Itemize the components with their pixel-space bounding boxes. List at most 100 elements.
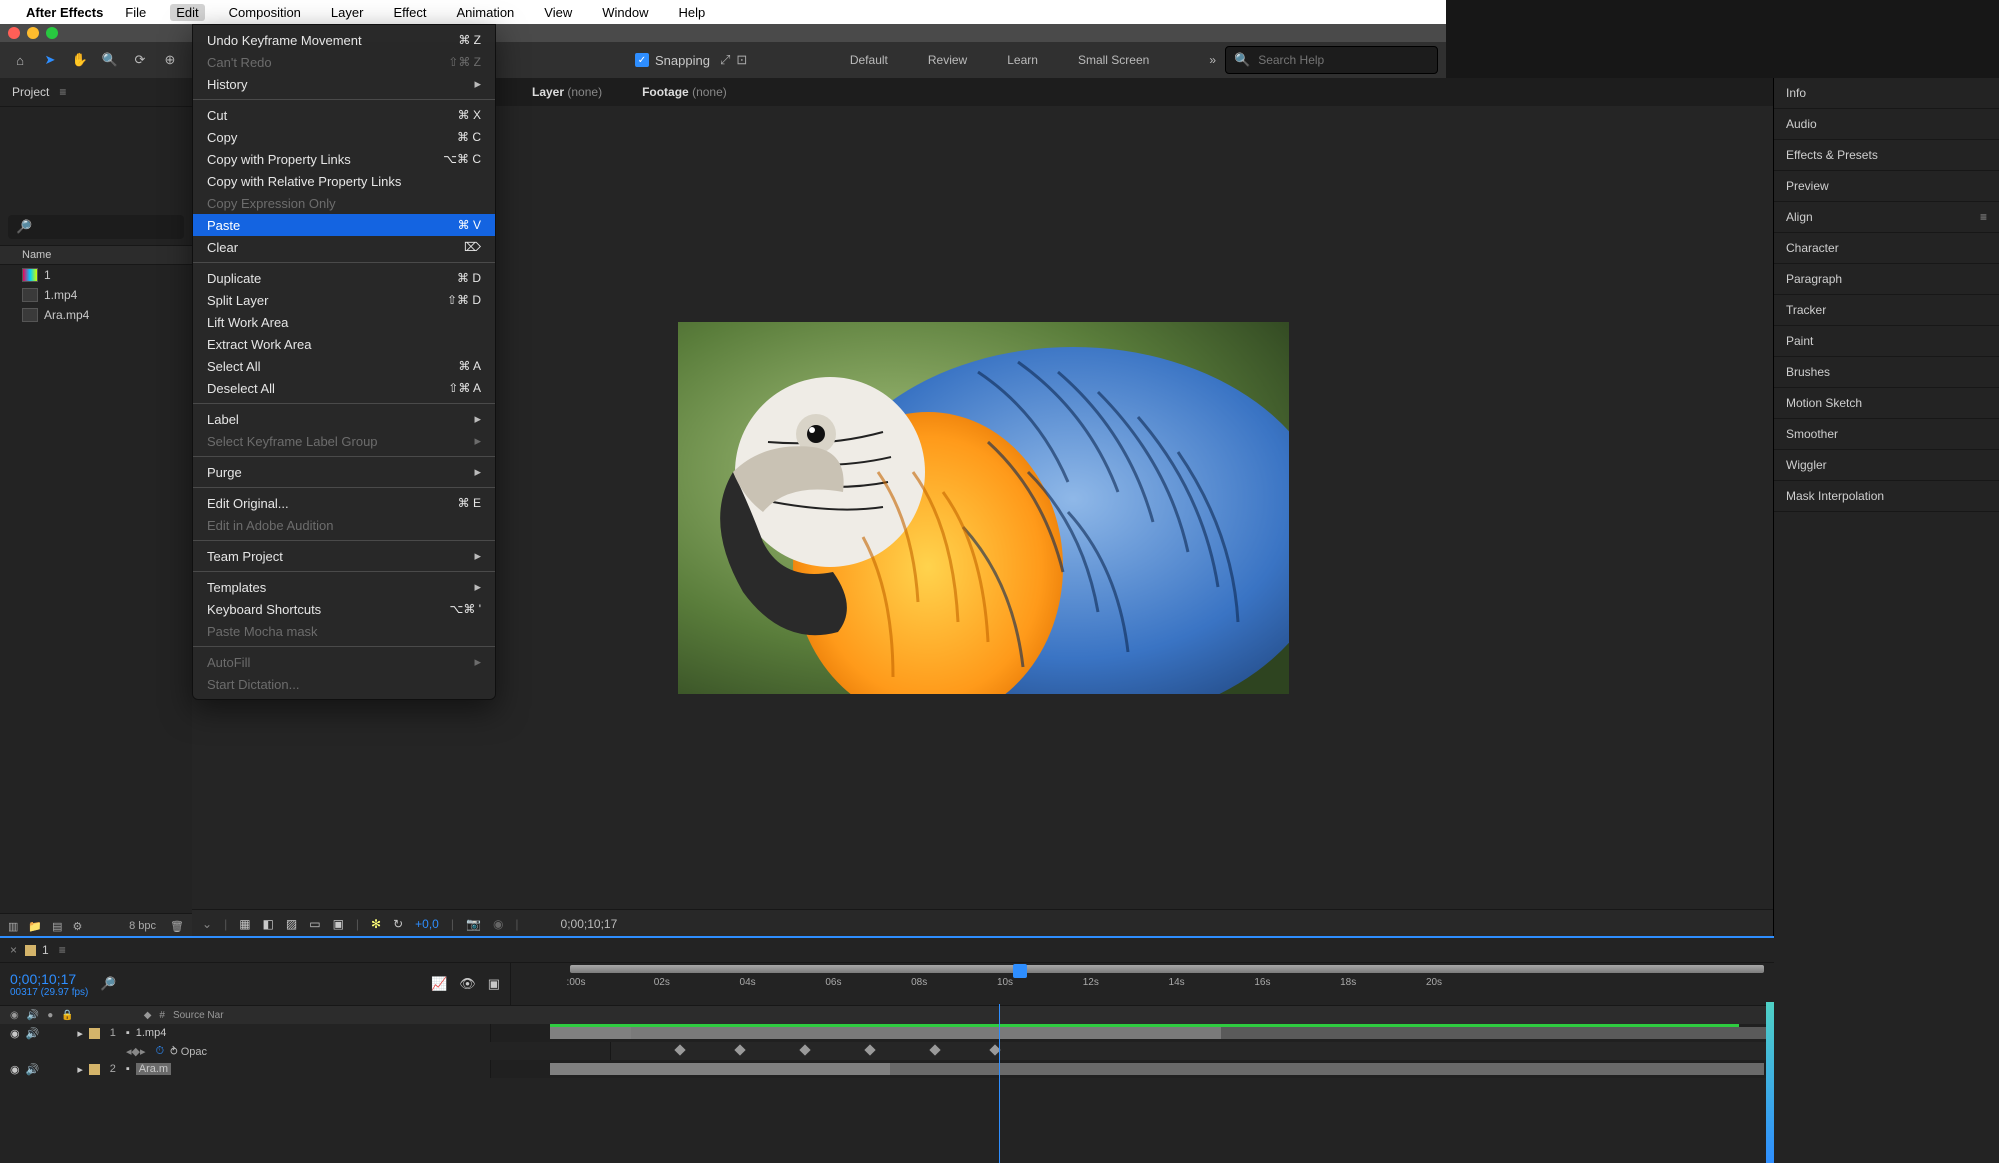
playhead-icon[interactable] bbox=[1013, 964, 1027, 978]
timeline-scrollbar[interactable] bbox=[1766, 1002, 1774, 1163]
project-item[interactable]: 1 bbox=[0, 265, 192, 285]
keyframe-icon[interactable] bbox=[799, 1044, 810, 1055]
folder-icon[interactable]: 📁 bbox=[28, 920, 42, 933]
timeline-ruler[interactable]: :00s02s04s06s08s10s12s14s16s18s20s bbox=[511, 963, 1774, 1005]
viewer-timecode[interactable]: 0;00;10;17 bbox=[561, 917, 618, 931]
eye-icon[interactable]: ◉ bbox=[10, 1027, 20, 1040]
menu-file[interactable]: File bbox=[119, 4, 152, 21]
home-icon[interactable]: ⌂ bbox=[10, 50, 30, 70]
panel-wiggler[interactable]: Wiggler bbox=[1774, 450, 1999, 481]
app-name[interactable]: After Effects bbox=[26, 5, 103, 20]
more-tools-icon[interactable]: ⊕ bbox=[160, 50, 180, 70]
edit-menu-item[interactable]: Extract Work Area bbox=[193, 333, 495, 355]
panel-audio[interactable]: Audio bbox=[1774, 109, 1999, 140]
bpc-label[interactable]: 8 bpc bbox=[129, 920, 156, 932]
edit-menu-item[interactable]: Templates▸ bbox=[193, 576, 495, 598]
solo-col-icon[interactable]: ● bbox=[47, 1010, 53, 1021]
hand-tool-icon[interactable]: ✋ bbox=[70, 50, 90, 70]
edit-menu-item[interactable]: Purge▸ bbox=[193, 461, 495, 483]
panel-paint[interactable]: Paint bbox=[1774, 326, 1999, 357]
project-item[interactable]: Ara.mp4 bbox=[0, 305, 192, 325]
menu-help[interactable]: Help bbox=[672, 4, 711, 21]
edit-menu-item[interactable]: Paste⌘ V bbox=[193, 214, 495, 236]
add-kf-icon[interactable]: ◆ bbox=[132, 1045, 140, 1058]
snapping-toggle[interactable]: ✓ Snapping ⤢ ⊡ bbox=[635, 52, 747, 68]
panel-info[interactable]: Info bbox=[1774, 78, 1999, 109]
reset-exposure-icon[interactable]: ↻ bbox=[393, 917, 403, 931]
project-search[interactable]: 🔎 bbox=[8, 215, 184, 239]
panel-paragraph[interactable]: Paragraph bbox=[1774, 264, 1999, 295]
edit-menu-item[interactable]: Undo Keyframe Movement⌘ Z bbox=[193, 29, 495, 51]
panel-smoother[interactable]: Smoother bbox=[1774, 419, 1999, 450]
guides-icon[interactable]: ▣ bbox=[333, 917, 344, 931]
search-help[interactable]: 🔍 bbox=[1225, 46, 1438, 74]
channel-icon[interactable]: ✻ bbox=[371, 917, 381, 931]
menu-layer[interactable]: Layer bbox=[325, 4, 370, 21]
edit-menu-item[interactable]: Copy⌘ C bbox=[193, 126, 495, 148]
timeline-track[interactable]: ◉🔊▸1▪1.mp4 bbox=[0, 1024, 1774, 1042]
keyframe-icon[interactable] bbox=[674, 1044, 685, 1055]
exposure-value[interactable]: +0,0 bbox=[415, 917, 439, 931]
kf-nav-next-icon[interactable]: ▸ bbox=[140, 1045, 146, 1058]
minimize-icon[interactable] bbox=[27, 27, 39, 39]
property-row[interactable]: ◂◆▸⏱⥁ Opac bbox=[0, 1042, 1774, 1060]
project-item[interactable]: 1.mp4 bbox=[0, 285, 192, 305]
search-input[interactable] bbox=[1256, 52, 1429, 68]
edit-menu-item[interactable]: Clear⌦ bbox=[193, 236, 495, 258]
label-color-icon[interactable] bbox=[89, 1064, 100, 1075]
eye-col-icon[interactable]: ◉ bbox=[10, 1010, 19, 1021]
menu-effect[interactable]: Effect bbox=[387, 4, 432, 21]
graph-editor-icon[interactable]: 📈 bbox=[431, 976, 447, 992]
edit-menu-item[interactable]: Deselect All⇧⌘ A bbox=[193, 377, 495, 399]
keyframe-icon[interactable] bbox=[989, 1044, 1000, 1055]
menu-view[interactable]: View bbox=[538, 4, 578, 21]
menu-composition[interactable]: Composition bbox=[223, 4, 307, 21]
menu-edit[interactable]: Edit bbox=[170, 4, 204, 21]
workspace-small-screen[interactable]: Small Screen bbox=[1078, 53, 1149, 67]
project-panel-title[interactable]: Project≡ bbox=[0, 78, 192, 107]
edit-menu-item[interactable]: Label▸ bbox=[193, 408, 495, 430]
trash-icon[interactable]: 🗑 bbox=[170, 920, 184, 933]
panel-menu-icon[interactable]: ≡ bbox=[1980, 210, 1987, 224]
panel-align[interactable]: Align≡ bbox=[1774, 202, 1999, 233]
speaker-icon[interactable]: 🔊 bbox=[26, 1027, 40, 1040]
timeline-track[interactable]: ◉🔊▸2▪Ara.m bbox=[0, 1060, 1774, 1078]
show-snapshot-icon[interactable]: ◉ bbox=[493, 917, 503, 931]
search-icon[interactable]: 🔎 bbox=[100, 976, 116, 992]
edit-menu-item[interactable]: Split Layer⇧⌘ D bbox=[193, 289, 495, 311]
edit-menu-item[interactable]: Lift Work Area bbox=[193, 311, 495, 333]
snapshot-icon[interactable]: 📷 bbox=[466, 917, 481, 931]
timeline-timecode[interactable]: 0;00;10;17 bbox=[10, 971, 88, 987]
label-col-icon[interactable]: ◆ bbox=[144, 1010, 152, 1021]
shy-icon[interactable]: 👁 bbox=[459, 976, 476, 992]
edit-menu-item[interactable]: History▸ bbox=[193, 73, 495, 95]
orbit-tool-icon[interactable]: ⟳ bbox=[130, 50, 150, 70]
menu-animation[interactable]: Animation bbox=[450, 4, 520, 21]
edit-menu-item[interactable]: Edit Original...⌘ E bbox=[193, 492, 495, 514]
workspace-learn[interactable]: Learn bbox=[1007, 53, 1038, 67]
label-color-icon[interactable] bbox=[89, 1028, 100, 1039]
draft3d-icon[interactable]: ▣ bbox=[488, 976, 500, 992]
eye-icon[interactable]: ◉ bbox=[10, 1063, 20, 1076]
panel-tracker[interactable]: Tracker bbox=[1774, 295, 1999, 326]
edit-menu-item[interactable]: Select All⌘ A bbox=[193, 355, 495, 377]
grid-icon[interactable]: ▦ bbox=[239, 917, 250, 931]
comp-icon[interactable]: ▤ bbox=[52, 920, 62, 933]
panel-effects-presets[interactable]: Effects & Presets bbox=[1774, 140, 1999, 171]
lock-col-icon[interactable]: 🔒 bbox=[61, 1010, 73, 1021]
keyframe-icon[interactable] bbox=[929, 1044, 940, 1055]
panel-brushes[interactable]: Brushes bbox=[1774, 357, 1999, 388]
edit-menu-item[interactable]: Cut⌘ X bbox=[193, 104, 495, 126]
speaker-col-icon[interactable]: 🔊 bbox=[27, 1010, 39, 1021]
zoom-tool-icon[interactable]: 🔍 bbox=[100, 50, 120, 70]
tab-layer[interactable]: Layer (none) bbox=[532, 85, 602, 99]
interpret-icon[interactable]: ▥ bbox=[8, 920, 18, 933]
panel-menu-icon[interactable]: ≡ bbox=[59, 85, 66, 99]
panel-preview[interactable]: Preview bbox=[1774, 171, 1999, 202]
speaker-icon[interactable]: 🔊 bbox=[26, 1063, 40, 1076]
timeline-tab-name[interactable]: 1 bbox=[42, 943, 49, 957]
selection-tool-icon[interactable]: ➤ bbox=[40, 50, 60, 70]
more-workspaces-icon[interactable]: » bbox=[1209, 53, 1216, 67]
source-name-col[interactable]: Source Nar bbox=[173, 1010, 224, 1021]
project-column-header[interactable]: Name bbox=[0, 245, 192, 265]
